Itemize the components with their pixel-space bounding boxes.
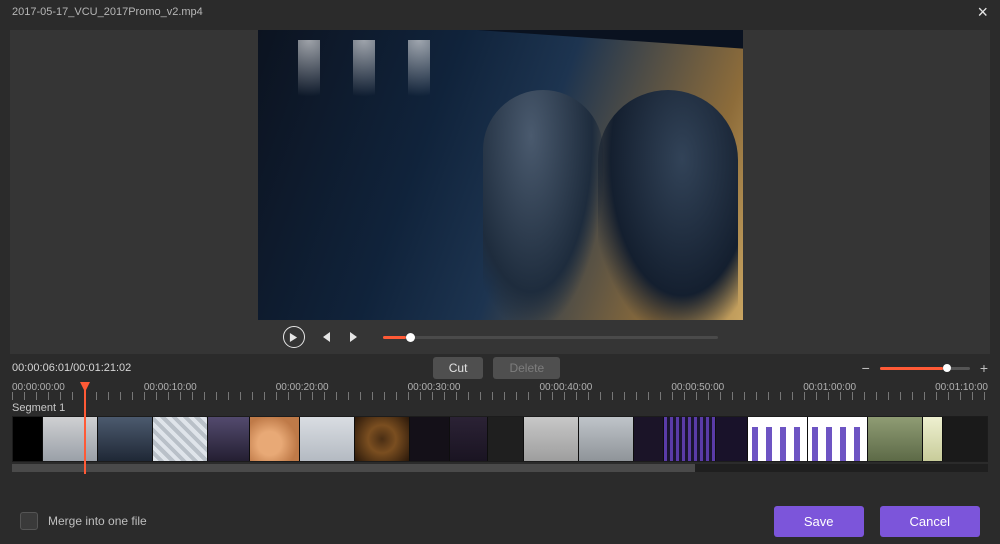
- timeline-toolbar: 00:00:06:01/00:01:21:02 Cut Delete − +: [0, 354, 1000, 382]
- next-frame-button[interactable]: [345, 327, 365, 347]
- cut-button[interactable]: Cut: [433, 357, 484, 379]
- cancel-button[interactable]: Cancel: [880, 506, 980, 537]
- save-button[interactable]: Save: [774, 506, 864, 537]
- merge-label: Merge into one file: [48, 514, 147, 528]
- delete-button[interactable]: Delete: [493, 357, 560, 379]
- zoom-control: − +: [862, 360, 988, 376]
- transport-controls: [283, 320, 718, 348]
- timeline-ruler[interactable]: 00:00:00:0000:00:10:0000:00:20:0000:00:3…: [0, 382, 1000, 400]
- segment-label: Segment 1: [12, 402, 72, 414]
- preview-pane: [10, 30, 990, 354]
- play-button[interactable]: [283, 326, 305, 348]
- timeline-thumbnails[interactable]: [12, 416, 988, 462]
- timecode-readout: 00:00:06:01/00:01:21:02: [12, 362, 131, 374]
- merge-checkbox[interactable]: Merge into one file: [20, 512, 147, 530]
- close-icon[interactable]: ×: [977, 5, 988, 19]
- zoom-in-icon[interactable]: +: [980, 360, 988, 376]
- prev-frame-button[interactable]: [315, 327, 335, 347]
- playhead[interactable]: [84, 382, 86, 474]
- video-preview[interactable]: [258, 30, 743, 320]
- timeline-scrollbar[interactable]: [12, 464, 988, 472]
- zoom-slider[interactable]: [880, 367, 970, 370]
- zoom-out-icon[interactable]: −: [862, 360, 870, 376]
- file-title: 2017-05-17_VCU_2017Promo_v2.mp4: [12, 6, 203, 18]
- footer: Merge into one file Save Cancel: [0, 498, 1000, 544]
- seek-slider[interactable]: [383, 336, 718, 339]
